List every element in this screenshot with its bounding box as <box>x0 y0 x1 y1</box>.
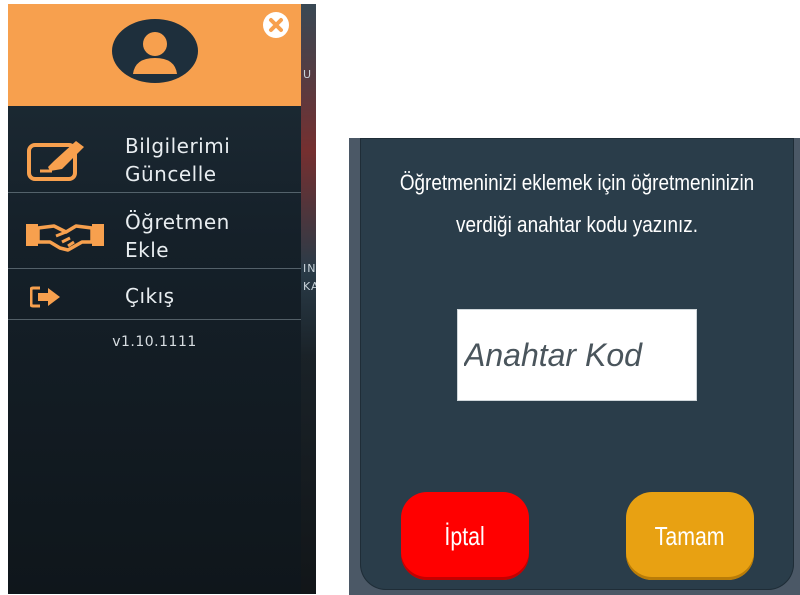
cancel-button-label: İptal <box>444 520 486 551</box>
menu-item-label: Çıkış <box>125 284 175 308</box>
ok-button-label: Tamam <box>655 520 725 551</box>
background-peek-text: IN <box>303 262 316 275</box>
app-version: v1.10.1111 <box>112 334 197 350</box>
dialog-message: Öğretmeninizi eklemek için öğretmeninizi… <box>399 170 755 237</box>
menu-item-label: Bilgilerimi Güncelle <box>125 134 231 186</box>
background-peek-text: U <box>303 68 313 81</box>
menu-item-logout[interactable]: Çıkış <box>8 274 301 320</box>
edit-icon <box>27 141 84 181</box>
drawer-header <box>8 4 301 106</box>
handshake-icon <box>26 224 104 252</box>
drawer-screen: U IN KA Bilgilerimi Güncelle Öğretmen Ek… <box>8 4 316 594</box>
user-avatar-icon <box>112 19 198 83</box>
drawer-menu: Bilgilerimi Güncelle Öğretmen Ekle Çıkış <box>8 122 301 320</box>
background-app-peek <box>301 4 316 594</box>
add-teacher-dialog: Öğretmeninizi eklemek için öğretmeninizi… <box>360 138 794 590</box>
key-code-input[interactable] <box>457 309 697 401</box>
sign-out-icon <box>30 286 60 308</box>
menu-item-update-info[interactable]: Bilgilerimi Güncelle <box>8 122 301 193</box>
background-peek-text: KA <box>303 280 316 293</box>
menu-item-label: Öğretmen Ekle <box>125 210 230 262</box>
navigation-drawer: Bilgilerimi Güncelle Öğretmen Ekle Çıkış <box>8 4 301 594</box>
ok-button[interactable]: Tamam <box>626 492 754 580</box>
menu-item-add-teacher[interactable]: Öğretmen Ekle <box>8 198 301 269</box>
cancel-button[interactable]: İptal <box>401 492 529 580</box>
close-icon[interactable] <box>261 10 291 40</box>
